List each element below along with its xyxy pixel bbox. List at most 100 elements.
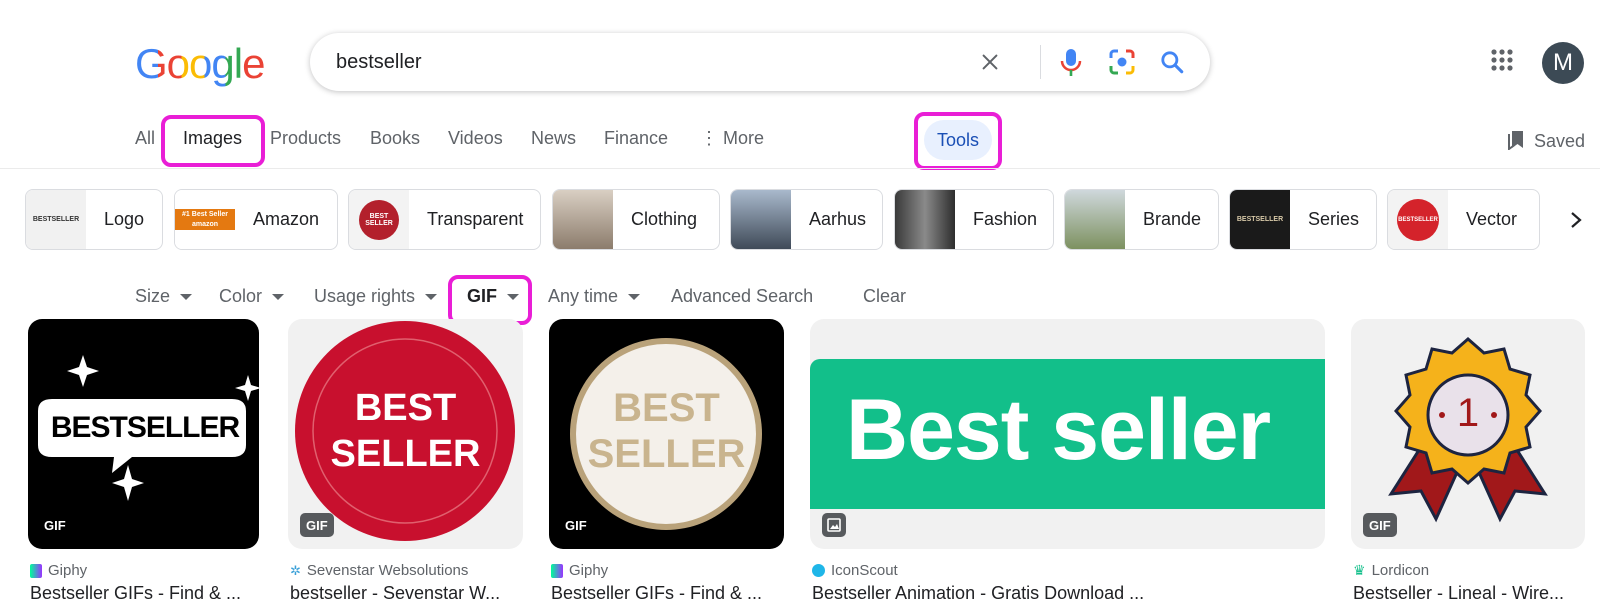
result-source[interactable]: Giphy — [551, 562, 608, 579]
chevron-down-icon — [272, 293, 285, 300]
camera-lens-icon[interactable] — [1106, 46, 1138, 78]
search-divider — [1040, 45, 1041, 79]
chip-thumbnail — [553, 190, 613, 249]
chip-label: Amazon — [253, 209, 320, 229]
chip-label: Transparent — [427, 209, 524, 229]
filter-label: Size — [135, 286, 171, 306]
result-image[interactable]: BESTSELLER GIF — [28, 319, 259, 549]
tab-all[interactable]: All — [135, 128, 155, 149]
giphy-icon — [30, 563, 42, 578]
result-title[interactable]: Bestseller Animation - Gratis Download .… — [812, 583, 1327, 604]
apps-grid-icon[interactable] — [1490, 48, 1520, 78]
avatar[interactable]: M — [1542, 42, 1584, 84]
result-image[interactable]: Best seller — [810, 319, 1325, 549]
image-text-line: SELLER — [330, 433, 481, 475]
chip-label: Series — [1308, 209, 1360, 229]
tab-finance[interactable]: Finance — [604, 128, 668, 149]
filter-label: Usage rights — [314, 286, 416, 306]
filter-usage-rights[interactable]: Usage rights — [314, 286, 438, 307]
image-text: BEST SELLER — [288, 385, 523, 477]
tab-more[interactable]: ⋮ More — [700, 128, 764, 149]
image-text: Best seller — [846, 382, 1271, 478]
chip-label: Vector — [1466, 209, 1518, 229]
image-text-line: BEST — [354, 387, 457, 429]
chip-vector[interactable]: BESTSELLER Vector — [1387, 189, 1540, 250]
gif-filter-highlight — [448, 275, 532, 325]
result-source[interactable]: Giphy — [30, 562, 87, 579]
source-name: Lordicon — [1371, 562, 1430, 579]
chevron-down-icon — [425, 293, 438, 300]
chip-logo[interactable]: BESTSELLER Logo — [25, 189, 163, 250]
source-name: Giphy — [569, 562, 609, 579]
search-box — [310, 33, 1210, 91]
chip-thumbnail: #1 Best Seller amazon — [175, 190, 235, 249]
search-icon[interactable] — [1156, 46, 1188, 78]
sun-icon: ✲ — [290, 562, 301, 578]
result-title[interactable]: Bestseller - Lineal - Wire... — [1353, 583, 1587, 604]
tab-books[interactable]: Books — [370, 128, 420, 149]
result-image[interactable]: BEST SELLER GIF — [288, 319, 523, 549]
header-divider — [0, 168, 1600, 169]
chip-thumbnail: BESTSELLER — [26, 190, 86, 249]
filter-size[interactable]: Size — [135, 286, 193, 307]
advanced-search-link[interactable]: Advanced Search — [671, 286, 813, 307]
chevron-down-icon — [628, 293, 641, 300]
chip-label: Clothing — [631, 209, 698, 229]
clear-filters-link[interactable]: Clear — [863, 286, 906, 307]
result-image[interactable]: 1 GIF — [1351, 319, 1585, 549]
result-source[interactable]: IconScout — [812, 562, 898, 579]
thumb-text: BEST SELLER — [359, 199, 399, 240]
crown-icon: ♛ — [1353, 562, 1366, 578]
google-logo[interactable]: Google — [135, 40, 265, 88]
chip-clothing[interactable]: Clothing — [552, 189, 720, 250]
chip-brande[interactable]: Brande — [1064, 189, 1219, 250]
result-title[interactable]: Bestseller GIFs - Find & ... — [551, 583, 785, 604]
tab-news[interactable]: News — [531, 128, 576, 149]
chip-fashion[interactable]: Fashion — [894, 189, 1054, 250]
source-name: IconScout — [831, 562, 898, 579]
saved-label: Saved — [1534, 131, 1586, 151]
image-icon — [822, 513, 846, 537]
chip-thumbnail — [895, 190, 955, 249]
gif-badge: GIF — [300, 513, 334, 537]
search-input[interactable] — [336, 47, 976, 77]
chip-thumbnail — [731, 190, 791, 249]
gif-badge: GIF — [565, 517, 587, 533]
microphone-icon[interactable] — [1055, 46, 1087, 78]
tools-highlight — [914, 112, 1002, 170]
thumb-text: #1 Best Seller amazon — [175, 209, 235, 230]
filter-color[interactable]: Color — [219, 286, 285, 307]
result-source[interactable]: ♛ Lordicon — [1353, 562, 1429, 579]
chip-aarhus[interactable]: Aarhus — [730, 189, 883, 250]
chevron-down-icon — [180, 293, 193, 300]
chip-thumbnail — [1065, 190, 1125, 249]
source-name: Giphy — [48, 562, 88, 579]
gif-badge: GIF — [1363, 513, 1397, 537]
image-text-line: SELLER — [587, 432, 746, 476]
result-title[interactable]: Bestseller GIFs - Find & ... — [30, 583, 260, 604]
chip-thumbnail: BESTSELLER — [1388, 190, 1448, 249]
close-icon[interactable] — [974, 46, 1006, 78]
result-image[interactable]: BEST SELLER GIF — [549, 319, 784, 549]
chevron-right-icon[interactable] — [1552, 189, 1600, 250]
tab-products[interactable]: Products — [270, 128, 341, 149]
chip-label: Brande — [1143, 209, 1202, 229]
tab-videos[interactable]: Videos — [448, 128, 503, 149]
iconscout-icon — [812, 564, 825, 577]
thumb-text: BESTSELLER — [1397, 198, 1439, 241]
filter-label: Color — [219, 286, 263, 306]
chip-series[interactable]: BESTSELLER Series — [1229, 189, 1377, 250]
source-name: Sevenstar Websolutions — [306, 562, 469, 579]
chip-amazon[interactable]: #1 Best Seller amazon Amazon — [174, 189, 338, 250]
image-text: 1 — [1456, 391, 1480, 435]
image-text-line: BEST — [613, 386, 720, 430]
search-results-page: Google M All Images Products Books Video… — [0, 0, 1600, 613]
filter-any-time[interactable]: Any time — [548, 286, 641, 307]
result-source[interactable]: ✲ Sevenstar Websolutions — [290, 562, 468, 579]
saved-link[interactable]: Saved — [1506, 128, 1585, 155]
result-title[interactable]: bestseller - Sevenstar W... — [290, 583, 524, 604]
chip-label: Fashion — [973, 209, 1038, 229]
image-text: BEST SELLER — [549, 385, 784, 477]
chip-transparent[interactable]: BEST SELLER Transparent — [348, 189, 541, 250]
bookmark-icon — [1506, 128, 1526, 155]
